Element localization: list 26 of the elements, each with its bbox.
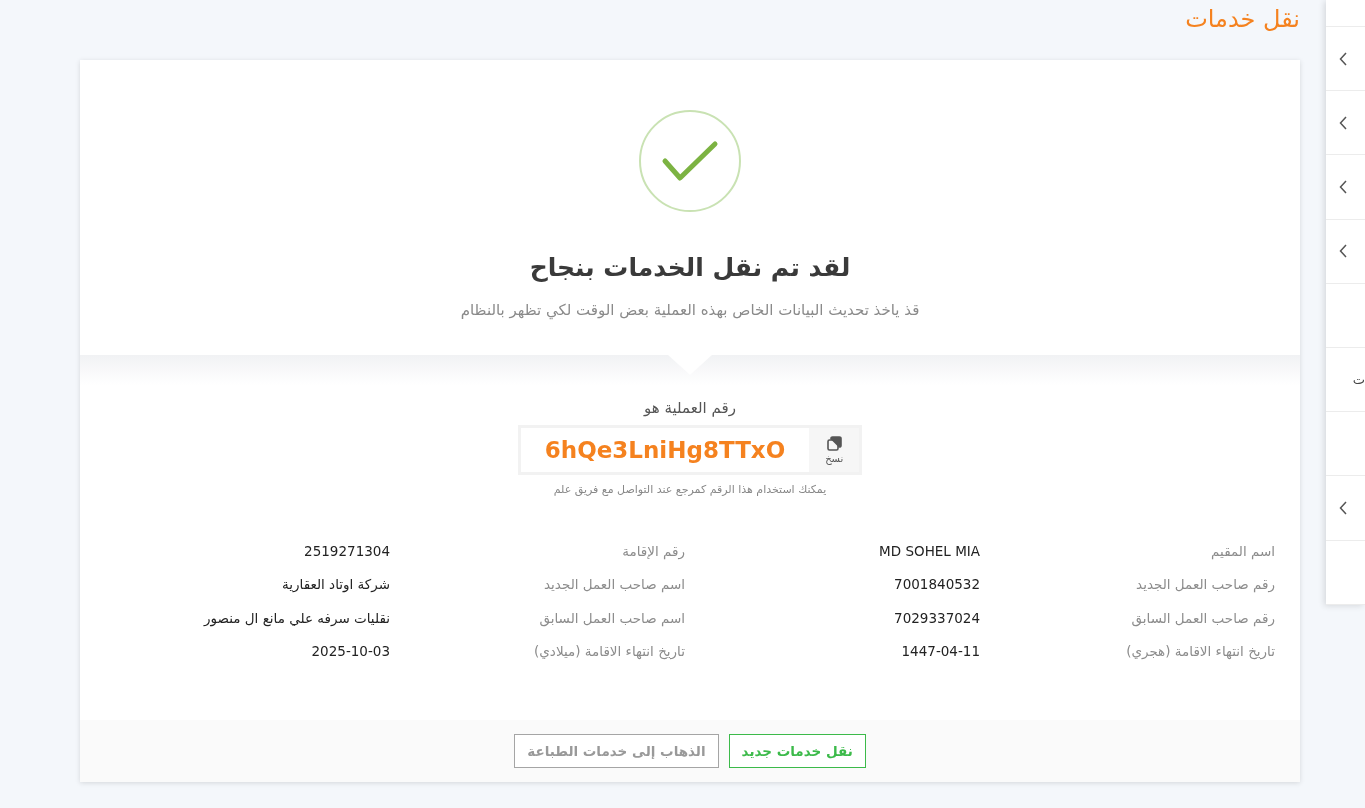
detail-label: اسم صاحب العمل الجديد (544, 576, 685, 593)
detail-label: رقم صاحب العمل السابق (1131, 609, 1275, 626)
detail-label: اسم صاحب العمل السابق (539, 609, 685, 626)
menu-item-label: ت (1352, 372, 1365, 388)
reference-label: رقم العملية هو (644, 398, 736, 419)
detail-value: 7029337024 (894, 609, 980, 626)
page-title: نقل خدمات (1185, 4, 1300, 34)
success-message: قذ ياخذ تحديث البيانات الخاص بهذه العملية بعض الوقت لكي تظهر بالنظام (460, 300, 920, 322)
detail-value: شركة اوتاد العقارية (282, 576, 390, 593)
detail-label: رقم صاحب العمل الجديد (1136, 576, 1275, 593)
detail-value: MD SOHEL MIA (879, 542, 980, 559)
detail-value: 2519271304 (304, 542, 390, 559)
detail-label: تاريخ انتهاء الاقامة (هجري) (1126, 643, 1275, 660)
detail-label: اسم المقيم (1211, 542, 1275, 559)
copy-icon (826, 436, 842, 451)
reference-hint: يمكنك استخدام هذا الرقم كمرجع عند التواصل مع فريق علم (553, 482, 827, 498)
detail-label: رقم الإقامة (622, 542, 685, 559)
detail-value: 1447-04-11 (901, 643, 980, 660)
detail-value: 2025-10-03 (311, 643, 390, 660)
side-menu-item[interactable]: ت (1326, 347, 1365, 413)
detail-label: تاريخ انتهاء الاقامة (ميلادي) (534, 643, 685, 660)
check-circle-icon (639, 110, 741, 212)
copy-button[interactable]: نسخ (809, 428, 860, 472)
success-heading: لقد تم نقل الخدمات بنجاح (529, 252, 851, 284)
detail-value: نقليات سرفه علي مانع ال منصور (204, 609, 390, 626)
detail-value: 7001840532 (894, 576, 980, 593)
